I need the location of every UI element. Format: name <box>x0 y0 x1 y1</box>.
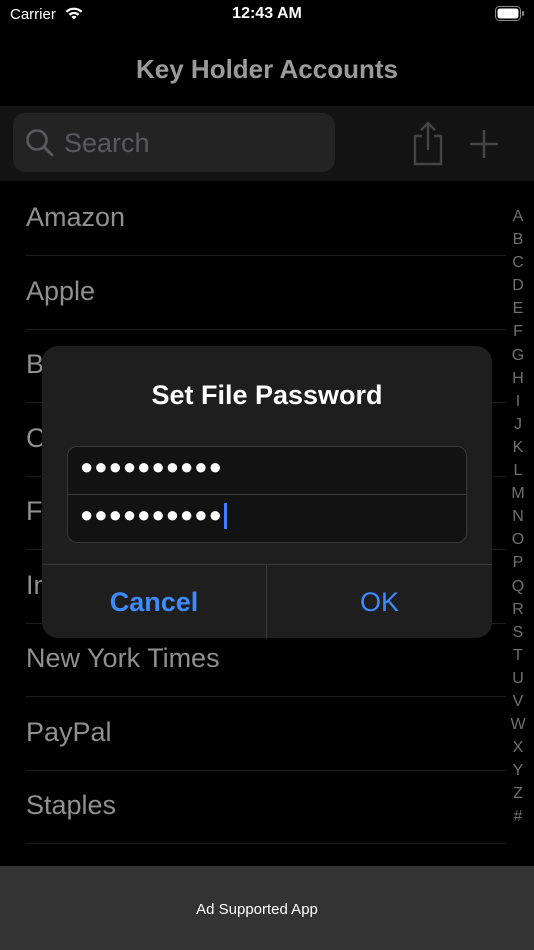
ad-banner[interactable]: Ad Supported App <box>0 866 534 950</box>
index-letter[interactable]: A <box>508 205 528 228</box>
index-letter[interactable]: U <box>508 667 528 690</box>
ok-button[interactable]: OK <box>267 565 492 639</box>
search-icon <box>26 129 54 157</box>
index-letter[interactable]: P <box>508 551 528 574</box>
password-field[interactable]: ●●●●●●●●●● <box>68 447 466 495</box>
index-letter[interactable]: J <box>508 413 528 436</box>
list-item-label: Staples <box>26 790 117 820</box>
list-item-label: Amazon <box>26 202 126 232</box>
list-item[interactable]: PayPal <box>26 698 506 771</box>
index-letter[interactable]: Y <box>508 759 528 782</box>
status-bar: Carrier 12:43 AM <box>0 0 534 30</box>
index-letter[interactable]: Z <box>508 782 528 805</box>
list-item[interactable]: Apple <box>26 257 506 330</box>
index-letter[interactable]: V <box>508 690 528 713</box>
add-icon[interactable] <box>468 128 500 160</box>
index-letter[interactable]: O <box>508 528 528 551</box>
index-letter[interactable]: S <box>508 621 528 644</box>
password-value: ●●●●●●●●●● <box>80 454 223 479</box>
index-letter[interactable]: D <box>508 274 528 297</box>
index-letter[interactable]: # <box>508 805 528 828</box>
confirm-password-value-wrap: ●●●●●●●●●● <box>80 502 227 530</box>
index-letter[interactable]: I <box>508 390 528 413</box>
index-letter[interactable]: Q <box>508 575 528 598</box>
battery-icon <box>495 6 524 21</box>
index-letter[interactable]: G <box>508 344 528 367</box>
index-letter[interactable]: B <box>508 228 528 251</box>
search-placeholder: Search <box>64 128 150 158</box>
index-letter[interactable]: H <box>508 367 528 390</box>
list-item-label: PayPal <box>26 717 112 747</box>
share-icon[interactable] <box>410 120 446 166</box>
index-letter[interactable]: L <box>508 459 528 482</box>
clock: 12:43 AM <box>232 5 302 22</box>
index-letter[interactable]: N <box>508 505 528 528</box>
index-letter[interactable]: F <box>508 320 528 343</box>
index-letter[interactable]: C <box>508 251 528 274</box>
index-letter[interactable]: X <box>508 736 528 759</box>
confirm-password-value: ●●●●●●●●●● <box>80 502 223 527</box>
list-item[interactable]: Amazon <box>26 183 506 256</box>
index-letter[interactable]: R <box>508 598 528 621</box>
index-letter[interactable]: W <box>508 713 528 736</box>
ad-text: Ad Supported App <box>196 901 318 918</box>
confirm-password-field[interactable]: ●●●●●●●●●● <box>68 495 466 542</box>
dialog-title: Set File Password <box>151 380 383 410</box>
toolbar: Search <box>0 106 534 181</box>
password-dialog: Set File Password ●●●●●●●●●● ●●●●●●●●●● … <box>42 346 492 639</box>
dialog-buttons: Cancel OK <box>42 564 492 639</box>
password-fields: ●●●●●●●●●● ●●●●●●●●●● <box>67 446 467 543</box>
search-input[interactable]: Search <box>13 113 335 172</box>
page-title: Key Holder Accounts <box>136 54 398 84</box>
section-index[interactable]: A B C D E F G H I J K L M N O P Q R S T U V W X Y Z # <box>508 205 528 829</box>
index-letter[interactable]: E <box>508 297 528 320</box>
list-item-label: New York Times <box>26 643 220 673</box>
cancel-button[interactable]: Cancel <box>42 565 267 639</box>
list-item[interactable]: Staples <box>26 771 506 844</box>
index-letter[interactable]: T <box>508 644 528 667</box>
index-letter[interactable]: K <box>508 436 528 459</box>
list-item-label: Apple <box>26 276 96 306</box>
index-letter[interactable]: M <box>508 482 528 505</box>
text-caret <box>223 503 227 530</box>
